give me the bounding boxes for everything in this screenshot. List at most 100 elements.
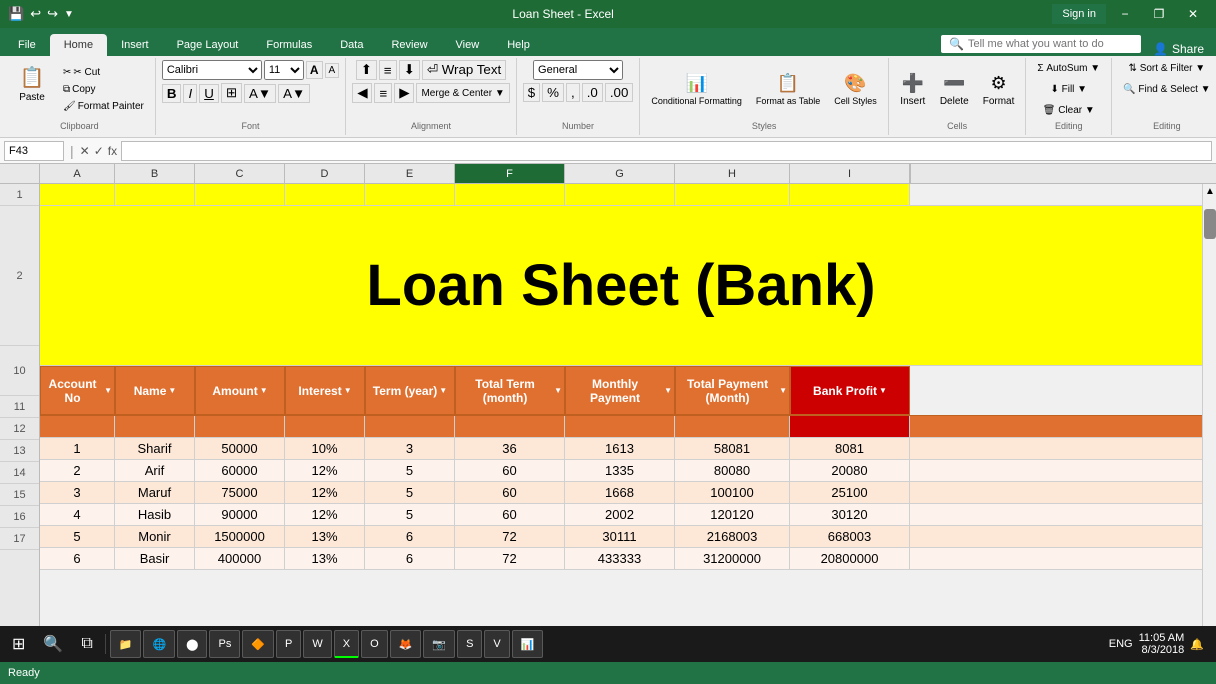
cell-row17-col0[interactable]: 6 — [40, 548, 115, 569]
cell-row13-col7[interactable]: 80080 — [675, 460, 790, 481]
increase-font-button[interactable]: A — [306, 61, 323, 79]
cell-row16-col3[interactable]: 13% — [285, 526, 365, 547]
row-header-16[interactable]: 16 — [0, 506, 39, 528]
minimize-button[interactable]: − — [1110, 0, 1140, 28]
undo-icon[interactable]: ↩ — [30, 6, 41, 22]
dropdown-icon[interactable]: ▼ — [64, 9, 74, 20]
task-view-button[interactable]: ⧉ — [73, 628, 100, 660]
cell-row12-col1[interactable]: Sharif — [115, 438, 195, 459]
format-cells-button[interactable]: ⚙ Format — [978, 70, 1020, 110]
cell-row12-col3[interactable]: 10% — [285, 438, 365, 459]
cell-h1[interactable] — [675, 184, 790, 205]
merge-center-button[interactable]: Merge & Center ▼ — [416, 83, 509, 103]
cell-row17-col4[interactable]: 6 — [365, 548, 455, 569]
col-header-c[interactable]: C — [195, 164, 285, 183]
align-middle-button[interactable]: ≡ — [379, 60, 397, 80]
notification-icon[interactable]: 🔔 — [1190, 638, 1204, 651]
align-right-button[interactable]: ▶ — [394, 83, 414, 103]
col-header-e[interactable]: E — [365, 164, 455, 183]
cell-row12-col5[interactable]: 36 — [455, 438, 565, 459]
col-header-f[interactable]: F — [455, 164, 565, 183]
formula-input[interactable] — [121, 141, 1212, 161]
cell-row17-col6[interactable]: 433333 — [565, 548, 675, 569]
confirm-formula-icon[interactable]: ✓ — [94, 144, 104, 158]
filter-arrow-total-term[interactable]: ▼ — [554, 386, 562, 395]
tab-help[interactable]: Help — [493, 34, 544, 56]
cell-row15-col3[interactable]: 12% — [285, 504, 365, 525]
cell-row15-col4[interactable]: 5 — [365, 504, 455, 525]
taskbar-skype[interactable]: S — [457, 630, 482, 658]
underline-button[interactable]: U — [199, 84, 219, 103]
cell-row13-col3[interactable]: 12% — [285, 460, 365, 481]
increase-decimal-button[interactable]: .0 — [582, 83, 603, 102]
cell-f1[interactable] — [455, 184, 565, 205]
row-header-12[interactable]: 12 — [0, 418, 39, 440]
cell-row12-col6[interactable]: 1613 — [565, 438, 675, 459]
delete-cells-button[interactable]: ➖ Delete — [935, 70, 974, 110]
tab-insert[interactable]: Insert — [107, 34, 163, 56]
align-left-button[interactable]: ◀ — [352, 83, 372, 103]
cell-row15-col2[interactable]: 90000 — [195, 504, 285, 525]
taskbar-excel-active[interactable]: X — [334, 630, 359, 658]
row-header-15[interactable]: 15 — [0, 484, 39, 506]
wrap-text-button[interactable]: ⏎ Wrap Text — [422, 60, 506, 80]
tab-view[interactable]: View — [442, 34, 494, 56]
filter-arrow-total-payment[interactable]: ▼ — [779, 386, 787, 395]
cell-row14-col8[interactable]: 25100 — [790, 482, 910, 503]
cell-row13-col4[interactable]: 5 — [365, 460, 455, 481]
cell-row13-col6[interactable]: 1335 — [565, 460, 675, 481]
comma-button[interactable]: , — [566, 83, 580, 102]
row-header-11[interactable]: 11 — [0, 396, 39, 418]
fill-color-button[interactable]: A▼ — [244, 84, 276, 103]
cell-i1[interactable] — [790, 184, 910, 205]
cell-row12-col0[interactable]: 1 — [40, 438, 115, 459]
tab-home[interactable]: Home — [50, 34, 107, 56]
cell-row14-col7[interactable]: 100100 — [675, 482, 790, 503]
share-button[interactable]: 👤 Share — [1145, 42, 1212, 56]
col-header-b[interactable]: B — [115, 164, 195, 183]
cell-row16-col6[interactable]: 30111 — [565, 526, 675, 547]
cell-row14-col2[interactable]: 75000 — [195, 482, 285, 503]
taskbar-excel2[interactable]: 📊 — [512, 630, 544, 658]
cell-d1[interactable] — [285, 184, 365, 205]
cell-row15-col0[interactable]: 4 — [40, 504, 115, 525]
col-header-d[interactable]: D — [285, 164, 365, 183]
cell-row13-col8[interactable]: 20080 — [790, 460, 910, 481]
taskbar-word[interactable]: W — [303, 630, 331, 658]
taskbar-chrome[interactable]: ⬤ — [177, 630, 207, 658]
cell-row17-col7[interactable]: 31200000 — [675, 548, 790, 569]
row-header-14[interactable]: 14 — [0, 462, 39, 484]
row-header-10[interactable]: 10 — [0, 346, 39, 396]
cell-styles-button[interactable]: 🎨 Cell Styles — [829, 70, 882, 109]
taskbar-file-explorer[interactable]: 📁 — [110, 630, 142, 658]
fill-button[interactable]: ⬇ Fill ▼ — [1045, 81, 1092, 98]
taskbar-opera[interactable]: O — [361, 630, 388, 658]
filter-arrow-name[interactable]: ▼ — [168, 386, 176, 395]
col-header-g[interactable]: G — [565, 164, 675, 183]
font-color-button[interactable]: A▼ — [278, 84, 310, 103]
col-header-h[interactable]: H — [675, 164, 790, 183]
align-bottom-button[interactable]: ⬇ — [399, 60, 420, 80]
taskbar-edge[interactable]: 🌐 — [143, 630, 175, 658]
tab-file[interactable]: File — [4, 34, 50, 56]
tab-review[interactable]: Review — [377, 34, 441, 56]
cell-b1[interactable] — [115, 184, 195, 205]
cell-row15-col5[interactable]: 60 — [455, 504, 565, 525]
cell-row15-col1[interactable]: Hasib — [115, 504, 195, 525]
cell-row13-col0[interactable]: 2 — [40, 460, 115, 481]
format-painter-button[interactable]: 🖌 Format Painter — [58, 99, 149, 114]
decrease-decimal-button[interactable]: .00 — [605, 83, 634, 102]
cut-button[interactable]: ✂ ✂ Cut — [58, 65, 149, 80]
filter-arrow-interest[interactable]: ▼ — [344, 386, 352, 395]
v-scrollbar[interactable]: ▲ ▼ — [1202, 184, 1216, 662]
cell-row15-col6[interactable]: 2002 — [565, 504, 675, 525]
autosum-button[interactable]: Σ AutoSum ▼ — [1032, 60, 1105, 77]
cell-row16-col0[interactable]: 5 — [40, 526, 115, 547]
taskbar-firefox[interactable]: 🦊 — [390, 630, 422, 658]
filter-arrow-term[interactable]: ▼ — [439, 386, 447, 395]
cell-row14-col4[interactable]: 5 — [365, 482, 455, 503]
start-button[interactable]: ⊞ — [4, 628, 33, 660]
redo-icon[interactable]: ↪ — [47, 6, 58, 22]
tab-data[interactable]: Data — [326, 34, 377, 56]
percent-button[interactable]: % — [542, 83, 564, 102]
